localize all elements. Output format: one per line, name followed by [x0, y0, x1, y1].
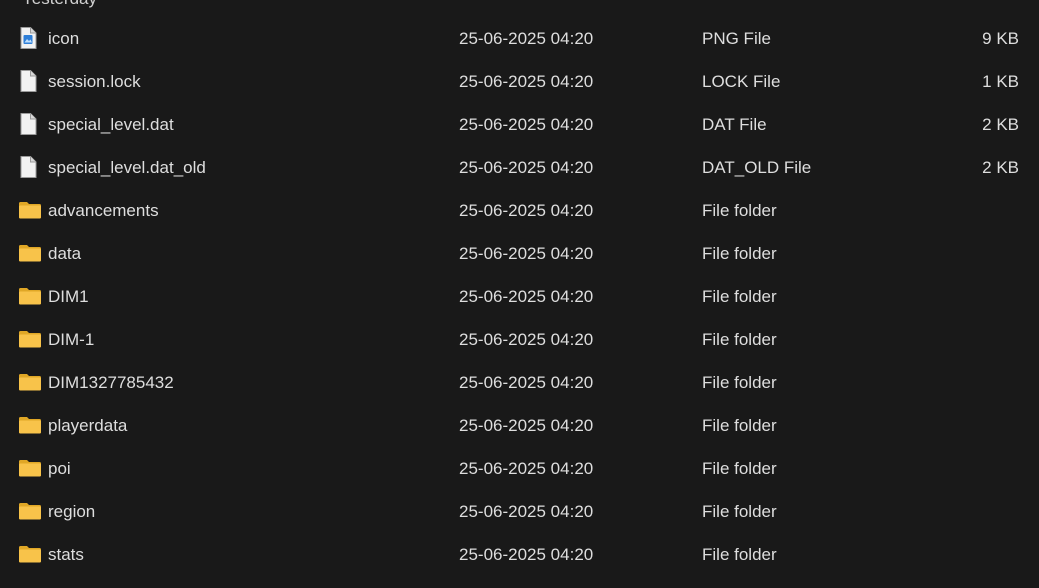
folder-icon: [19, 288, 41, 305]
file-icon: [18, 146, 42, 189]
file-size: 9 KB: [982, 29, 1019, 48]
group-header-yesterday[interactable]: Yesterday: [22, 0, 97, 9]
list-item[interactable]: DIM1327785432 25-06-2025 04:20 File fold…: [0, 361, 1039, 404]
list-item[interactable]: special_level.dat_old 25-06-2025 04:20 D…: [0, 146, 1039, 189]
file-name: DIM1327785432: [48, 373, 174, 392]
file-name: icon: [48, 29, 80, 48]
file-name: region: [48, 502, 96, 521]
folder-icon: [19, 331, 41, 348]
file-type: PNG File: [702, 29, 771, 48]
file-date: 25-06-2025 04:20: [459, 330, 594, 349]
image-file-icon: [18, 17, 42, 60]
file-name: session.lock: [48, 72, 141, 91]
file-date: 25-06-2025 04:20: [459, 373, 594, 392]
list-item[interactable]: data 25-06-2025 04:20 File folder: [0, 232, 1039, 275]
file-icon: [20, 156, 37, 178]
folder-icon: [19, 460, 41, 477]
file-date: 25-06-2025 04:20: [459, 502, 594, 521]
file-date: 25-06-2025 04:20: [459, 201, 594, 220]
folder-icon: [19, 245, 41, 262]
file-type: DAT_OLD File: [702, 158, 812, 177]
file-type: LOCK File: [702, 72, 781, 91]
file-date: 25-06-2025 04:20: [459, 459, 594, 478]
file-type: File folder: [702, 287, 777, 306]
file-type: File folder: [702, 373, 777, 392]
file-size: 2 KB: [982, 158, 1019, 177]
file-date: 25-06-2025 04:20: [459, 545, 594, 564]
folder-icon: [18, 447, 42, 490]
folder-icon: [18, 490, 42, 533]
folder-icon: [18, 318, 42, 361]
file-date: 25-06-2025 04:20: [459, 72, 594, 91]
file-date: 25-06-2025 04:20: [459, 416, 594, 435]
list-item[interactable]: DIM-1 25-06-2025 04:20 File folder: [0, 318, 1039, 361]
list-item[interactable]: poi 25-06-2025 04:20 File folder: [0, 447, 1039, 490]
file-name: poi: [48, 459, 71, 478]
file-name: stats: [48, 545, 84, 564]
file-name: advancements: [48, 201, 159, 220]
file-name: special_level.dat: [48, 115, 174, 134]
list-item[interactable]: advancements 25-06-2025 04:20 File folde…: [0, 189, 1039, 232]
file-type: File folder: [702, 244, 777, 263]
folder-icon: [18, 404, 42, 447]
file-type: File folder: [702, 416, 777, 435]
file-type: DAT File: [702, 115, 767, 134]
file-type: File folder: [702, 459, 777, 478]
file-type: File folder: [702, 201, 777, 220]
image-file-icon: [20, 27, 37, 49]
folder-icon: [19, 374, 41, 391]
file-date: 25-06-2025 04:20: [459, 115, 594, 134]
file-icon: [18, 103, 42, 146]
list-item[interactable]: playerdata 25-06-2025 04:20 File folder: [0, 404, 1039, 447]
file-name: special_level.dat_old: [48, 158, 206, 177]
file-name: data: [48, 244, 82, 263]
file-name: DIM-1: [48, 330, 95, 349]
list-item[interactable]: session.lock 25-06-2025 04:20 LOCK File …: [0, 60, 1039, 103]
file-list: icon 25-06-2025 04:20 PNG File 9 KB sess…: [0, 17, 1039, 576]
file-icon: [20, 113, 37, 135]
file-name: playerdata: [48, 416, 128, 435]
list-item[interactable]: region 25-06-2025 04:20 File folder: [0, 490, 1039, 533]
file-date: 25-06-2025 04:20: [459, 29, 594, 48]
folder-icon: [18, 533, 42, 576]
folder-icon: [18, 232, 42, 275]
file-icon: [20, 70, 37, 92]
list-item[interactable]: DIM1 25-06-2025 04:20 File folder: [0, 275, 1039, 318]
folder-icon: [19, 503, 41, 520]
file-name: DIM1: [48, 287, 89, 306]
file-date: 25-06-2025 04:20: [459, 244, 594, 263]
folder-icon: [18, 189, 42, 232]
list-item[interactable]: special_level.dat 25-06-2025 04:20 DAT F…: [0, 103, 1039, 146]
folder-icon: [19, 546, 41, 563]
file-date: 25-06-2025 04:20: [459, 287, 594, 306]
file-type: File folder: [702, 502, 777, 521]
file-size: 2 KB: [982, 115, 1019, 134]
folder-icon: [19, 202, 41, 219]
file-date: 25-06-2025 04:20: [459, 158, 594, 177]
file-icon: [18, 60, 42, 103]
file-size: 1 KB: [982, 72, 1019, 91]
file-type: File folder: [702, 330, 777, 349]
folder-icon: [18, 275, 42, 318]
folder-icon: [18, 361, 42, 404]
list-item[interactable]: stats 25-06-2025 04:20 File folder: [0, 533, 1039, 576]
folder-icon: [19, 417, 41, 434]
list-item[interactable]: icon 25-06-2025 04:20 PNG File 9 KB: [0, 17, 1039, 60]
file-type: File folder: [702, 545, 777, 564]
